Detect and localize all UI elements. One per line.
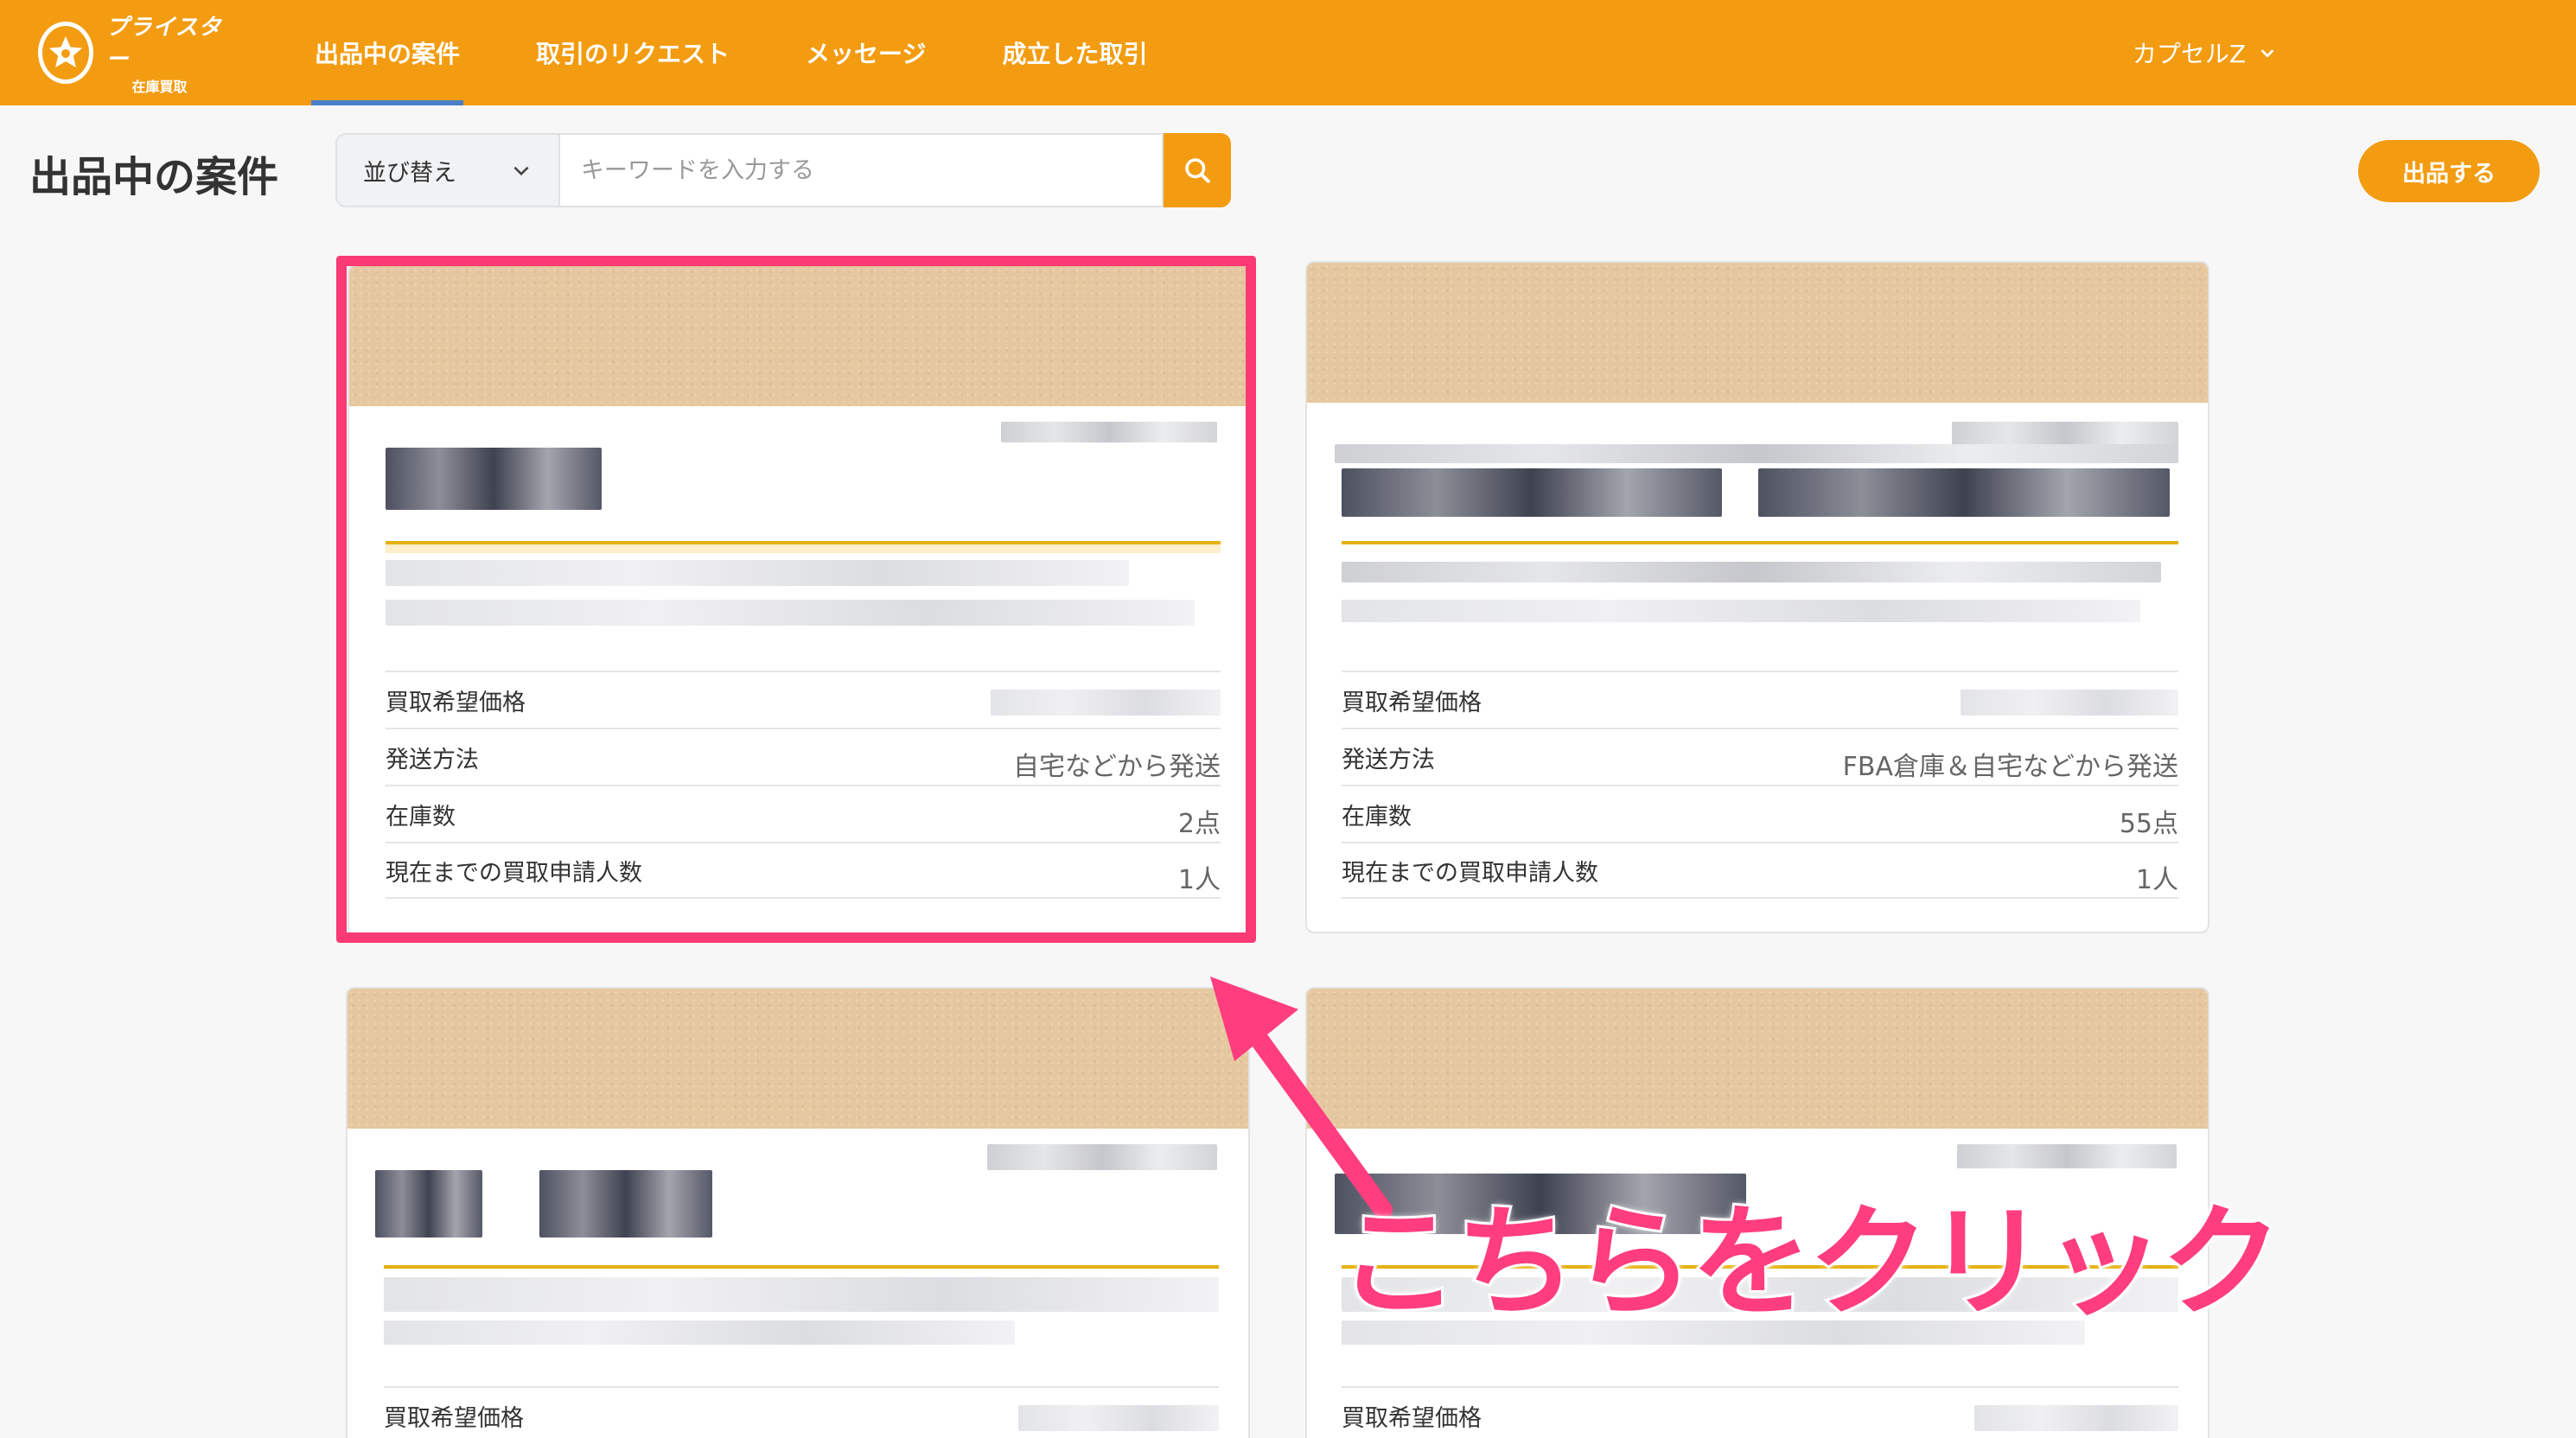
card-row-shipping-method: 発送方法 自宅などから発送 — [386, 728, 1221, 785]
row-label: 現在までの買取申請人数 — [1342, 859, 1598, 887]
sort-dropdown-label: 並び替え — [363, 159, 456, 187]
blurred-price — [1974, 1405, 2178, 1431]
card-banner-image — [1307, 989, 2208, 1129]
blurred-description-line — [384, 1277, 1219, 1312]
blurred-date — [987, 1144, 1217, 1170]
card-row-stock: 在庫数 2点 — [386, 785, 1221, 842]
gold-divider — [1342, 541, 2178, 544]
search-toolbar: 並び替え — [335, 133, 1231, 207]
row-label: 現在までの買取申請人数 — [386, 859, 642, 887]
nav-tab-messages[interactable]: メッセージ — [802, 0, 929, 105]
blurred-title — [1758, 468, 2170, 517]
star-badge-icon — [38, 22, 94, 84]
blurred-price — [1961, 690, 2178, 716]
row-value: 2点 — [1177, 809, 1221, 839]
card-row-desired-price: 買取希望価格 — [384, 1386, 1219, 1438]
create-listing-button[interactable]: 出品する — [2358, 140, 2540, 202]
blurred-description-line — [384, 1320, 1015, 1345]
app-logo[interactable]: プライスター 在庫買取 — [38, 15, 228, 95]
gold-divider — [386, 541, 1221, 544]
card-row-applicants: 現在までの買取申請人数 1人 — [386, 842, 1221, 899]
card-row-desired-price: 買取希望価格 — [1342, 671, 2178, 728]
blurred-title — [539, 1170, 712, 1238]
card-banner-image — [349, 266, 1250, 406]
blurred-date — [1952, 422, 2178, 446]
user-name: カプセルZ — [2132, 40, 2246, 68]
card-row-stock: 在庫数 55点 — [1342, 785, 2178, 842]
card-row-desired-price: 買取希望価格 — [1342, 1386, 2178, 1438]
keyword-search-input[interactable] — [560, 133, 1164, 207]
blurred-description-line — [386, 600, 1195, 626]
row-label: 在庫数 — [386, 803, 456, 830]
row-label: 発送方法 — [386, 746, 479, 773]
blurred-description-line — [1342, 600, 2140, 622]
blurred-date — [1001, 422, 1217, 442]
row-label: 在庫数 — [1342, 803, 1412, 830]
main-nav: 出品中の案件 取引のリクエスト メッセージ 成立した取引 — [311, 0, 1151, 105]
blurred-description-line — [1342, 562, 2161, 582]
nav-tab-requests[interactable]: 取引のリクエスト — [532, 0, 733, 105]
top-navigation-bar: プライスター 在庫買取 出品中の案件 取引のリクエスト メッセージ 成立した取引… — [0, 0, 2576, 105]
card-banner-image — [348, 989, 1248, 1129]
nav-tab-completed-deals[interactable]: 成立した取引 — [998, 0, 1151, 105]
row-value: 1人 — [1177, 865, 1221, 895]
row-value: 55点 — [2119, 809, 2178, 839]
row-label: 買取希望価格 — [386, 689, 526, 716]
card-banner-image — [1307, 263, 2208, 403]
search-icon — [1185, 158, 1210, 183]
card-row-desired-price: 買取希望価格 — [386, 671, 1221, 728]
search-button[interactable] — [1164, 133, 1231, 207]
row-value: 1人 — [2135, 865, 2178, 895]
gold-divider — [384, 1265, 1219, 1269]
card-row-shipping-method: 発送方法 FBA倉庫＆自宅などから発送 — [1342, 728, 2178, 785]
row-value: 自宅などから発送 — [1013, 752, 1221, 782]
blurred-price — [1018, 1405, 1219, 1431]
sort-dropdown[interactable]: 並び替え — [335, 133, 560, 207]
card-row-applicants: 現在までの買取申請人数 1人 — [1342, 842, 2178, 899]
row-value: FBA倉庫＆自宅などから発送 — [1842, 752, 2178, 782]
chevron-down-icon — [2260, 49, 2274, 58]
blurred-price — [991, 690, 1221, 716]
row-label: 買取希望価格 — [384, 1404, 524, 1432]
nav-tab-listings[interactable]: 出品中の案件 — [311, 0, 464, 105]
blurred-title — [386, 448, 602, 510]
blurred-title — [1342, 468, 1722, 517]
page-title: 出品中の案件 — [29, 153, 279, 201]
row-label: 買取希望価格 — [1342, 689, 1482, 716]
row-label: 買取希望価格 — [1342, 1404, 1482, 1432]
blurred-title — [375, 1170, 482, 1238]
click-here-annotation: こちらをクリック — [1336, 1190, 2285, 1336]
logo-main-text: プライスター — [105, 15, 222, 73]
chevron-down-icon — [513, 166, 529, 176]
listing-card[interactable]: 買取希望価格 発送方法 FBA倉庫＆自宅などから発送 在庫数 55点 現在までの… — [1305, 261, 2209, 933]
logo-sub-text: 在庫買取 — [131, 79, 188, 95]
blurred-description-line — [386, 560, 1129, 586]
listing-card[interactable]: 買取希望価格 — [346, 987, 1250, 1438]
row-label: 発送方法 — [1342, 746, 1435, 773]
user-menu[interactable]: カプセルZ — [2133, 0, 2277, 105]
listing-card[interactable]: 買取希望価格 発送方法 自宅などから発送 在庫数 2点 現在までの買取申請人数 … — [348, 264, 1252, 937]
